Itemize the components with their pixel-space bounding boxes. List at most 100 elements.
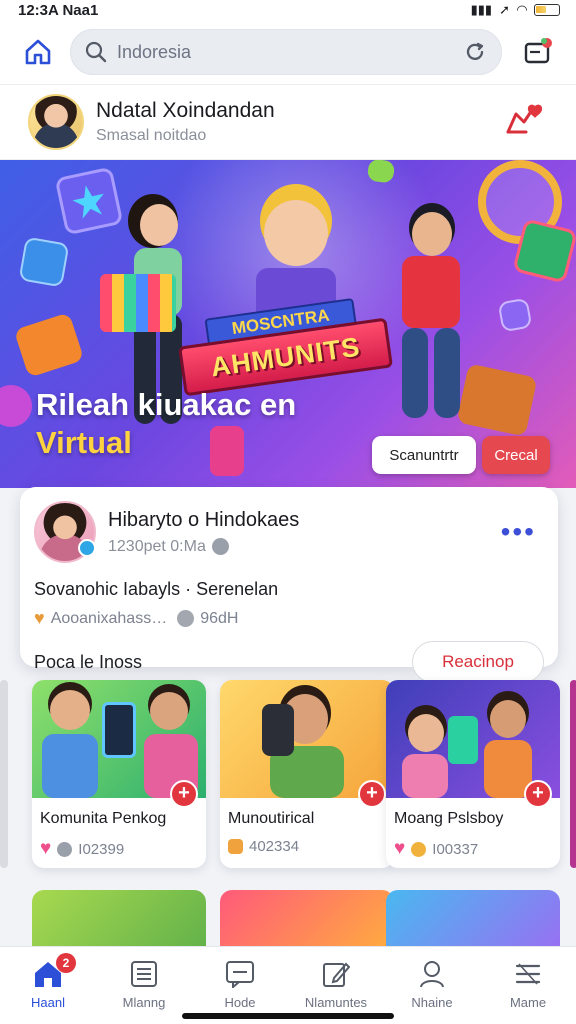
globe-icon bbox=[211, 538, 229, 555]
post-time-row: 1230pet 0:Ma bbox=[108, 538, 493, 556]
nav-label: Mlanng bbox=[122, 995, 166, 1010]
react-button[interactable]: Reacinop bbox=[412, 641, 544, 683]
nav-item-edit[interactable]: Nlamuntes bbox=[290, 959, 382, 1010]
status-time: 12:3A Naa1 bbox=[18, 1, 99, 19]
community-count: 402334 bbox=[249, 838, 300, 855]
community-cards-row-2 bbox=[0, 890, 576, 946]
wallet-icon bbox=[524, 38, 552, 64]
banner-title-line1: Rileah kiuakac en bbox=[36, 387, 297, 422]
scroll-edge-left bbox=[0, 680, 8, 868]
post-reaction-count: 96dH bbox=[200, 609, 239, 627]
post-footer: Poca le Inoss Reacinop bbox=[34, 641, 544, 683]
banner-title-line2: Virtual bbox=[36, 425, 132, 460]
search-icon bbox=[85, 41, 107, 63]
tool-tile-icon bbox=[18, 236, 70, 288]
search-input[interactable] bbox=[117, 41, 453, 63]
community-card[interactable]: + Moang Pslsboy ♥ I00337 bbox=[386, 680, 560, 868]
reaction-icon bbox=[177, 610, 195, 627]
wifi-icon: ◠ bbox=[517, 2, 527, 17]
community-meta: 402334 bbox=[220, 828, 394, 855]
post-avatar[interactable] bbox=[34, 501, 96, 563]
profile-icon bbox=[416, 959, 448, 989]
post-reactions[interactable]: ♥ Aooanixahass… 96dH bbox=[34, 608, 544, 629]
community-image: + bbox=[386, 680, 560, 808]
community-count: I02399 bbox=[78, 840, 125, 858]
post-author[interactable]: Hibaryto o Hindokaes bbox=[108, 509, 493, 532]
post-text: Sovanohic Iabayls · Serenelan bbox=[34, 579, 279, 599]
community-image: + bbox=[220, 680, 394, 808]
gift-box-icon bbox=[100, 274, 176, 332]
join-button[interactable]: + bbox=[524, 780, 552, 808]
more-options-button[interactable]: ••• bbox=[493, 518, 544, 546]
gift-icon bbox=[512, 218, 576, 284]
signal-icon: ▮▮▮ bbox=[470, 2, 493, 17]
notification-badge: 2 bbox=[56, 953, 76, 973]
nav-item-menu[interactable]: Mame bbox=[482, 959, 574, 1010]
post-action-label: Poca le Inoss bbox=[34, 651, 143, 672]
community-card-peek[interactable] bbox=[32, 890, 206, 946]
nav-item-home[interactable]: 2 Haanl bbox=[2, 953, 94, 1010]
heart-icon: ♥ bbox=[394, 838, 406, 859]
banner-primary-button[interactable]: Crecal bbox=[482, 436, 550, 474]
community-cards: + Komunita Penkog ♥ I02399 + Munoutirica… bbox=[0, 680, 576, 870]
post-reactions-text: Aooanixahass… bbox=[50, 609, 168, 627]
join-button[interactable]: + bbox=[358, 780, 386, 808]
chat-icon bbox=[224, 959, 256, 989]
notifications-button[interactable] bbox=[500, 98, 548, 146]
refresh-icon[interactable] bbox=[463, 40, 487, 64]
community-count: I00337 bbox=[432, 840, 479, 858]
battery-icon bbox=[534, 4, 560, 16]
community-card-peek[interactable] bbox=[386, 890, 560, 946]
verified-icon bbox=[78, 539, 96, 557]
nav-item-profile[interactable]: Nhaine bbox=[386, 959, 478, 1010]
post-meta: Hibaryto o Hindokaes 1230pet 0:Ma bbox=[108, 509, 493, 556]
top-bar bbox=[0, 20, 576, 84]
profile-name: Ndatal Xoindandan bbox=[96, 99, 275, 122]
home-icon bbox=[25, 39, 51, 65]
edit-icon bbox=[320, 959, 352, 989]
banner-person-right bbox=[384, 204, 474, 424]
music-tile-icon bbox=[497, 297, 533, 333]
menu-icon bbox=[512, 959, 544, 989]
community-image: + bbox=[32, 680, 206, 808]
banner-title: Rileah kiuakac en Virtual bbox=[36, 386, 296, 462]
hero-banner[interactable]: MOSCNTRA AHMUNITS Rileah kiuakac en Virt… bbox=[0, 160, 576, 488]
nav-item-list[interactable]: Mlanng bbox=[98, 959, 190, 1010]
list-icon bbox=[128, 959, 160, 989]
community-meta: ♥ I02399 bbox=[32, 828, 206, 860]
banner-secondary-button[interactable]: Scanuntrtr bbox=[372, 436, 476, 474]
nav-label: Nlamuntes bbox=[304, 995, 368, 1010]
heart-icon: ♥ bbox=[34, 608, 45, 628]
bubble-icon bbox=[0, 385, 32, 427]
heart-icon: ♥ bbox=[40, 838, 52, 859]
status-icons: ▮▮▮ ➚ ◠ bbox=[471, 2, 560, 18]
post-card[interactable]: Hibaryto o Hindokaes 1230pet 0:Ma ••• So… bbox=[20, 487, 558, 683]
members-icon bbox=[57, 841, 73, 857]
profile-row[interactable]: Ndatal Xoindandan Smasal noitdao bbox=[0, 84, 576, 160]
community-card[interactable]: + Komunita Penkog ♥ I02399 bbox=[32, 680, 206, 868]
coin-icon bbox=[411, 841, 427, 857]
nav-item-chat[interactable]: Hode bbox=[194, 959, 286, 1010]
chat-icon bbox=[228, 839, 243, 854]
profile-subtitle: Smasal noitdao bbox=[96, 127, 207, 144]
community-card[interactable]: + Munoutirical 402334 bbox=[220, 680, 394, 868]
wallet-button[interactable] bbox=[518, 32, 558, 72]
post-time: 1230pet 0:Ma bbox=[108, 537, 206, 555]
heart-bell-icon bbox=[506, 104, 543, 134]
home-button[interactable] bbox=[18, 32, 58, 72]
location-icon: ➚ bbox=[499, 2, 510, 17]
join-button[interactable]: + bbox=[170, 780, 198, 808]
community-card-peek[interactable] bbox=[220, 890, 394, 946]
avatar[interactable] bbox=[28, 94, 84, 150]
community-meta: ♥ I00337 bbox=[386, 828, 560, 860]
profile-info: Ndatal Xoindandan Smasal noitdao bbox=[96, 99, 500, 145]
post-header: Hibaryto o Hindokaes 1230pet 0:Ma ••• bbox=[34, 501, 544, 563]
status-bar: 12:3A Naa1 ▮▮▮ ➚ ◠ bbox=[0, 0, 576, 20]
search-bar[interactable] bbox=[70, 29, 502, 75]
home-indicator[interactable] bbox=[182, 1013, 394, 1019]
nav-label: Nhaine bbox=[411, 995, 453, 1010]
nav-label: Haanl bbox=[31, 995, 65, 1010]
nav-label: Hode bbox=[224, 995, 256, 1010]
nav-label: Mame bbox=[509, 995, 547, 1010]
box-icon bbox=[13, 312, 85, 378]
